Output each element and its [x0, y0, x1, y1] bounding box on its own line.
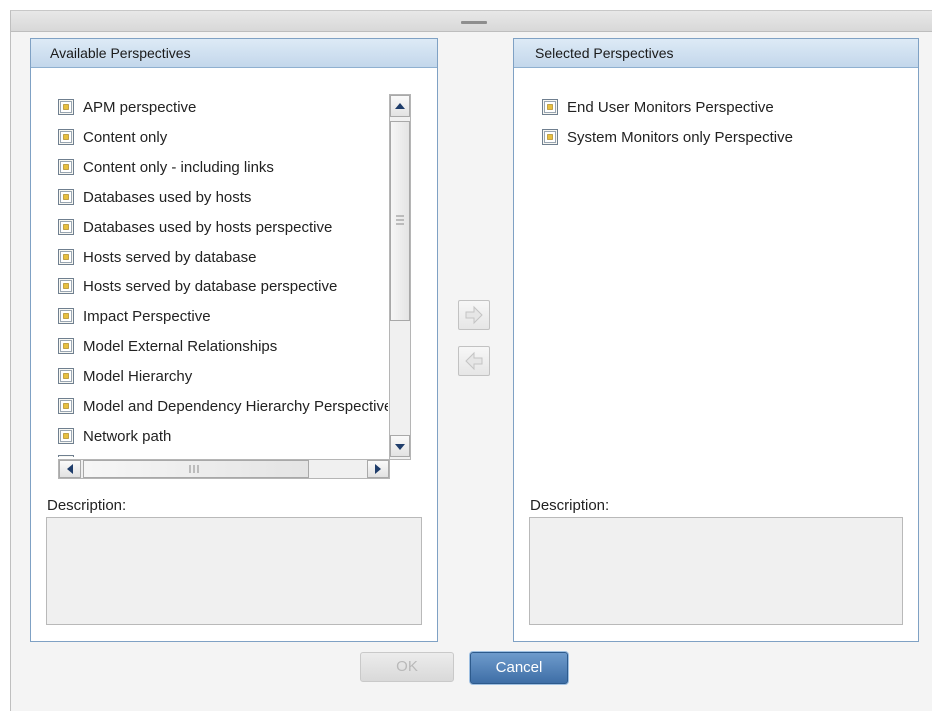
list-item-label: Databases used by hosts: [83, 188, 252, 206]
list-item-label: Content only: [83, 128, 168, 146]
perspective-icon: [58, 368, 74, 385]
scroll-left-icon: [67, 464, 73, 474]
list-item-label: Model External Relationships: [83, 338, 278, 356]
list-item[interactable]: Model Hierarchy: [58, 364, 192, 390]
list-item-partial[interactable]: [58, 451, 83, 457]
list-item-label: Model and Dependency Hierarchy Perspecti…: [83, 398, 388, 416]
perspective-icon: [542, 99, 558, 116]
horizontal-scroll-thumb[interactable]: [83, 460, 309, 478]
scroll-down-icon: [395, 444, 405, 450]
list-item-label: APM perspective: [83, 99, 197, 117]
list-item-label: Model Hierarchy: [83, 368, 193, 386]
scroll-grip-icon: [396, 215, 404, 225]
list-item[interactable]: Model and Dependency Hierarchy Perspecti…: [58, 394, 388, 420]
horizontal-scroll-grip-icon: [189, 465, 199, 473]
list-item-label: Content only - including links: [83, 158, 274, 176]
list-item-label: System Monitors only Perspective: [567, 128, 793, 146]
available-description-box: [46, 517, 422, 625]
cancel-button[interactable]: Cancel: [470, 652, 568, 684]
perspective-icon: [58, 99, 74, 116]
list-item[interactable]: End User Monitors Perspective: [542, 95, 774, 121]
selected-description-label: Description:: [530, 497, 610, 514]
available-perspectives-list[interactable]: APM perspective Content only Content only …: [58, 95, 388, 457]
perspective-icon: [58, 308, 74, 325]
selected-perspectives-list[interactable]: End User Monitors Perspective System Moni…: [542, 95, 908, 485]
arrow-left-icon: [465, 351, 483, 371]
perspective-icon: [58, 158, 74, 175]
perspective-icon: [58, 248, 74, 265]
list-item[interactable]: Network path: [58, 424, 171, 450]
drag-grip-icon[interactable]: [461, 21, 487, 24]
list-item[interactable]: System Monitors only Perspective: [542, 125, 793, 151]
scroll-right-icon: [375, 464, 381, 474]
list-item[interactable]: Databases used by hosts: [58, 185, 251, 211]
perspective-icon: [58, 455, 74, 457]
perspective-icon: [58, 128, 74, 145]
perspective-icon: [58, 278, 74, 295]
move-left-button[interactable]: [458, 346, 490, 376]
scroll-up-icon: [395, 103, 405, 109]
dialog-title-bar[interactable]: [11, 11, 932, 32]
perspective-icon: [58, 188, 74, 205]
available-perspectives-panel: Available Perspectives APM perspective Co…: [30, 38, 438, 642]
list-item-label: Impact Perspective: [83, 308, 211, 326]
available-list-horizontal-scrollbar[interactable]: [58, 459, 390, 479]
perspective-icon: [58, 427, 74, 444]
scroll-up-button[interactable]: [390, 95, 410, 117]
selected-perspectives-header: Selected Perspectives: [514, 39, 918, 68]
scroll-down-button[interactable]: [390, 435, 410, 457]
scroll-left-button[interactable]: [59, 460, 81, 478]
ok-button[interactable]: OK: [360, 652, 454, 682]
available-list-vertical-scrollbar[interactable]: [389, 94, 411, 460]
available-description-label: Description:: [47, 497, 127, 514]
list-item-label: Hosts served by database perspective: [83, 278, 338, 296]
list-item[interactable]: Model External Relationships: [58, 334, 277, 360]
list-item[interactable]: Content only: [58, 125, 167, 151]
selected-perspectives-panel: Selected Perspectives End User Monitors …: [513, 38, 919, 642]
perspective-icon: [58, 398, 74, 415]
move-right-button[interactable]: [458, 300, 490, 330]
scroll-thumb[interactable]: [390, 121, 410, 321]
available-perspectives-header: Available Perspectives: [31, 39, 437, 68]
list-item-label: Databases used by hosts perspective: [83, 218, 333, 236]
list-item[interactable]: Hosts served by database: [58, 245, 256, 271]
list-item[interactable]: Hosts served by database perspective: [58, 274, 337, 300]
arrow-right-icon: [465, 305, 483, 325]
scroll-right-button[interactable]: [367, 460, 389, 478]
selected-description-box: [529, 517, 903, 625]
list-item[interactable]: Databases used by hosts perspective: [58, 215, 332, 241]
list-item-label: Hosts served by database: [83, 248, 257, 266]
list-item-label: Network path: [83, 427, 172, 445]
perspective-icon: [542, 128, 558, 145]
list-item-label: End User Monitors Perspective: [567, 99, 774, 117]
list-item[interactable]: Content only - including links: [58, 155, 274, 181]
list-item[interactable]: APM perspective: [58, 95, 196, 121]
list-item[interactable]: Impact Perspective: [58, 304, 211, 330]
perspective-icon: [58, 338, 74, 355]
perspective-icon: [58, 218, 74, 235]
